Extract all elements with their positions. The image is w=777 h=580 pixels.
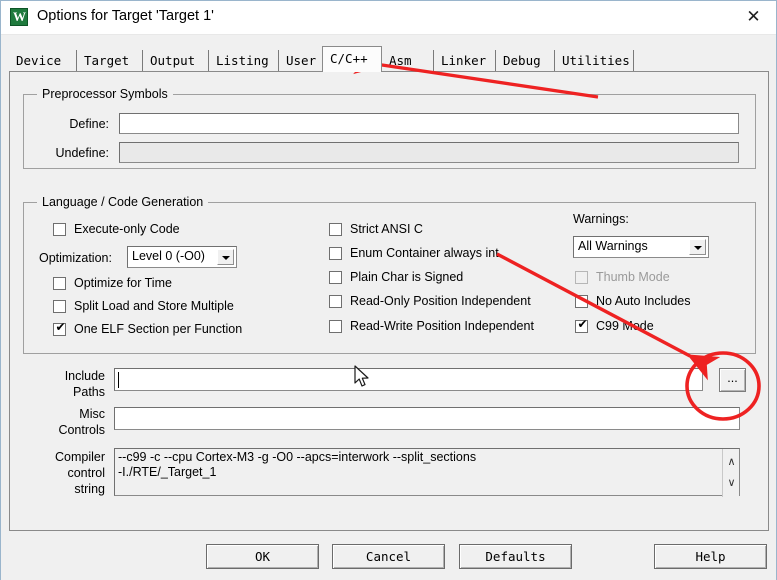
optimization-label: Optimization: [39, 251, 112, 265]
checkbox-enum-container-always-int[interactable] [329, 247, 342, 260]
undefine-label: Undefine: [55, 146, 109, 160]
scroll-down-icon[interactable]: ∨ [723, 474, 740, 491]
checkbox-read-only-position-independent[interactable] [329, 295, 342, 308]
defaults-button[interactable]: Defaults [459, 544, 572, 569]
compiler-control-string-textarea[interactable]: --c99 -c --cpu Cortex-M3 -g -O0 --apcs=i… [114, 448, 740, 497]
define-input[interactable] [119, 113, 739, 134]
label-strict-ansi-c: Strict ANSI C [350, 222, 423, 236]
keil-uvision-icon-glyph: W [13, 9, 26, 24]
label-enum-container-always-int: Enum Container always int [350, 246, 499, 260]
label-read-only-position-independent: Read-Only Position Independent [350, 294, 531, 308]
keil-uvision-icon: W [10, 8, 28, 26]
include-paths-label-line2: Paths [73, 385, 105, 399]
preprocessor-symbols-group: Preprocessor Symbols Define: Undefine: [23, 87, 756, 169]
misc-controls-label-line2: Controls [58, 423, 105, 437]
tab-output[interactable]: Output [143, 50, 209, 71]
compiler-control-string-line1: --c99 -c --cpu Cortex-M3 -g -O0 --apcs=i… [118, 450, 477, 464]
checkbox-read-write-position-independent[interactable] [329, 320, 342, 333]
checkbox-strict-ansi-c[interactable] [329, 223, 342, 236]
preprocessor-symbols-title: Preprocessor Symbols [37, 87, 173, 101]
label-one-elf-section-per-function: One ELF Section per Function [74, 322, 243, 336]
label-no-auto-includes: No Auto Includes [596, 294, 691, 308]
options-dialog: W Options for Target 'Target 1' ✕ Device… [0, 0, 777, 580]
compiler-control-string-line2: -I./RTE/_Target_1 [118, 465, 217, 479]
compiler-control-label-line2: control [67, 466, 105, 480]
label-read-write-position-independent: Read-Write Position Independent [350, 319, 534, 333]
label-thumb-mode: Thumb Mode [596, 270, 670, 284]
close-icon[interactable]: ✕ [731, 1, 776, 33]
warnings-value: All Warnings [578, 239, 648, 253]
title-bar: W Options for Target 'Target 1' ✕ [1, 1, 776, 35]
check-icon-c99: ✔ [577, 317, 588, 331]
include-paths-browse-button[interactable]: ... [719, 368, 746, 392]
tab-debug[interactable]: Debug [496, 50, 555, 71]
misc-controls-label-line1: Misc [79, 407, 105, 421]
compiler-control-label-line3: string [74, 482, 105, 496]
tab-target[interactable]: Target [77, 50, 143, 71]
checkbox-c99-mode[interactable]: ✔ [575, 317, 588, 333]
misc-controls-input[interactable] [114, 407, 740, 430]
label-c99-mode: C99 Mode [596, 319, 654, 333]
tab-linker[interactable]: Linker [434, 50, 496, 71]
check-icon: ✔ [55, 320, 66, 334]
checkbox-plain-char-is-signed[interactable] [329, 271, 342, 284]
define-label: Define: [69, 117, 109, 131]
checkbox-execute-only-code[interactable] [53, 223, 66, 236]
checkbox-optimize-for-time[interactable] [53, 277, 66, 290]
checkbox-thumb-mode [575, 271, 588, 284]
tab-asm[interactable]: Asm [382, 50, 434, 71]
c-cpp-panel: Preprocessor Symbols Define: Undefine: L… [9, 72, 769, 531]
chevron-down-icon[interactable] [217, 249, 234, 265]
tab-utilities[interactable]: Utilities [555, 50, 634, 71]
include-paths-input[interactable] [114, 368, 703, 391]
label-optimize-for-time: Optimize for Time [74, 276, 172, 290]
compiler-control-label-line1: Compiler [54, 450, 105, 464]
warnings-select[interactable]: All Warnings [573, 236, 709, 258]
tab-strip: Device Target Output Listing User C/C++ … [9, 46, 769, 72]
label-plain-char-is-signed: Plain Char is Signed [350, 270, 464, 284]
warnings-label: Warnings: [573, 212, 629, 226]
compiler-control-scrollbar[interactable]: ∧ ∨ [722, 449, 739, 497]
tab-c-cpp[interactable]: C/C++ [322, 46, 382, 72]
include-paths-label-line1: Include [64, 369, 105, 383]
language-code-generation-group: Language / Code Generation Execute-only … [23, 195, 756, 354]
checkbox-split-load-and-store-multiple[interactable] [53, 300, 66, 313]
tab-listing[interactable]: Listing [209, 50, 279, 71]
text-caret [118, 372, 119, 388]
ok-button[interactable]: OK [206, 544, 319, 569]
tab-device[interactable]: Device [9, 50, 77, 71]
checkbox-no-auto-includes[interactable] [575, 295, 588, 308]
undefine-input [119, 142, 739, 163]
window-title: Options for Target 'Target 1' [37, 8, 214, 24]
label-execute-only-code: Execute-only Code [74, 222, 180, 236]
optimization-select[interactable]: Level 0 (-O0) [127, 246, 237, 268]
checkbox-one-elf-section-per-function[interactable]: ✔ [53, 320, 66, 336]
chevron-down-icon-warnings[interactable] [689, 239, 706, 255]
optimization-value: Level 0 (-O0) [132, 249, 205, 263]
label-split-load-and-store-multiple: Split Load and Store Multiple [74, 299, 234, 313]
dialog-button-bar: OK Cancel Defaults Help [1, 531, 776, 580]
cancel-button[interactable]: Cancel [332, 544, 445, 569]
language-code-generation-title: Language / Code Generation [37, 195, 209, 209]
help-button[interactable]: Help [654, 544, 767, 569]
scroll-up-icon[interactable]: ∧ [723, 453, 740, 470]
